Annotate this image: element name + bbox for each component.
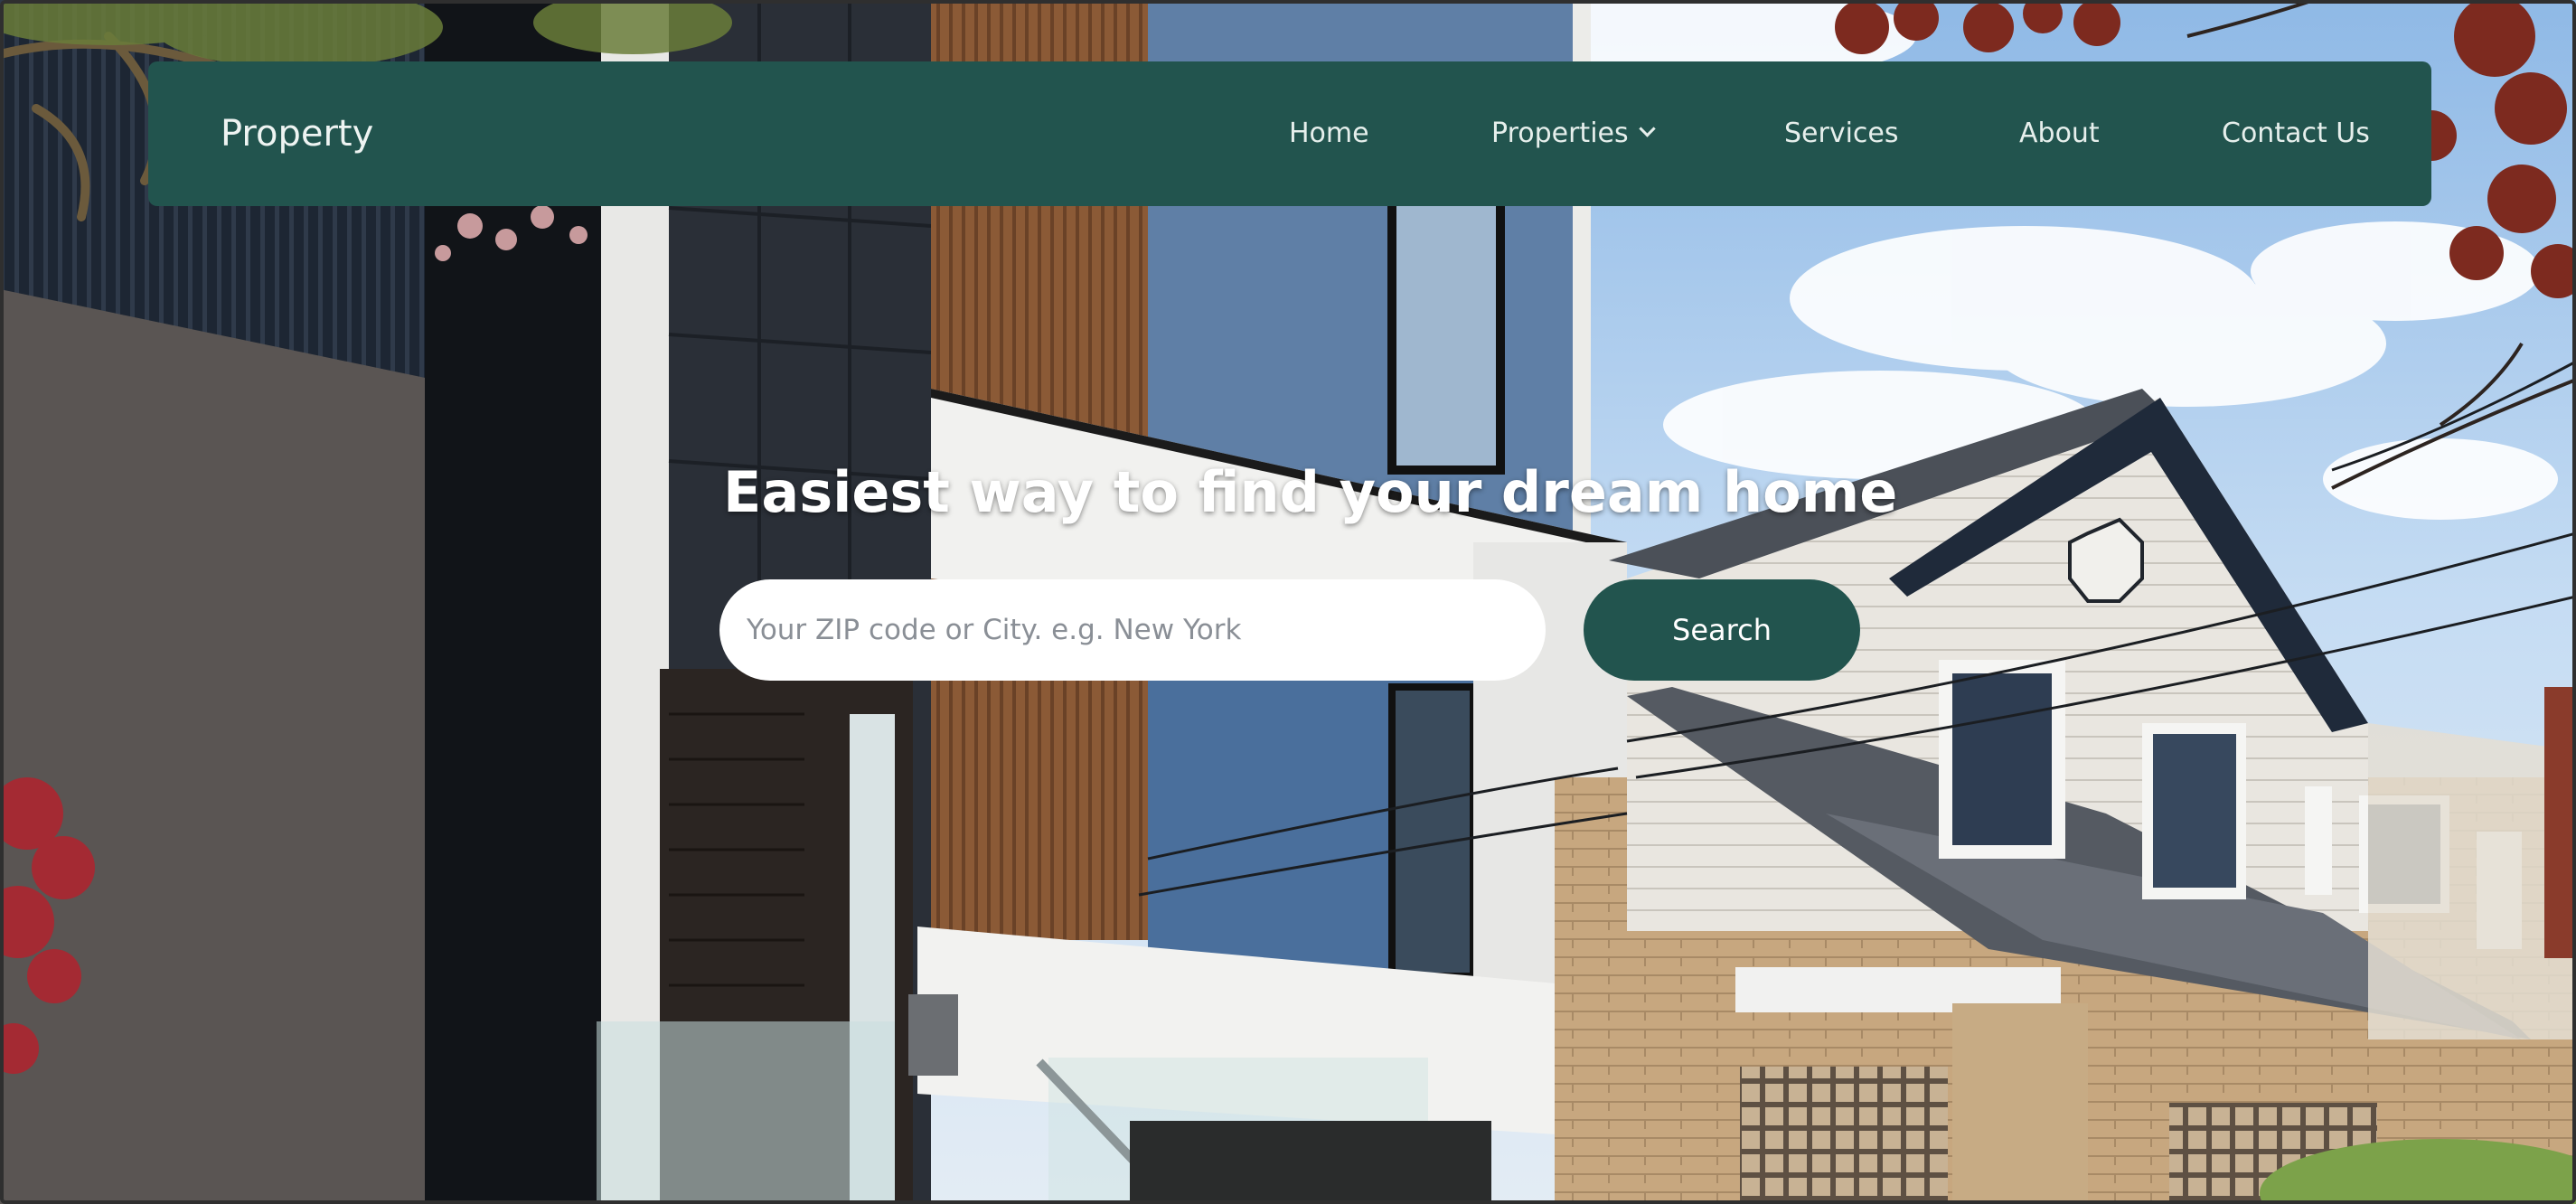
nav-item-about[interactable]: About bbox=[2019, 111, 2100, 156]
search-input[interactable] bbox=[719, 579, 1546, 681]
search-button[interactable]: Search bbox=[1584, 579, 1860, 681]
nav-item-home[interactable]: Home bbox=[1289, 111, 1369, 156]
top-navbar: Property Home Properties Services About … bbox=[148, 61, 2431, 206]
nav-item-properties-label: Properties bbox=[1491, 118, 1629, 149]
brand-logo[interactable]: Property bbox=[221, 107, 373, 161]
nav-item-properties[interactable]: Properties bbox=[1491, 111, 1656, 156]
nav-item-services[interactable]: Services bbox=[1784, 111, 1899, 156]
hero-headline: Easiest way to find your dream home bbox=[723, 459, 1898, 525]
nav-item-contact-us[interactable]: Contact Us bbox=[2222, 111, 2370, 156]
hero-section: Property Home Properties Services About … bbox=[0, 0, 2576, 1204]
chevron-down-icon bbox=[1638, 120, 1656, 137]
